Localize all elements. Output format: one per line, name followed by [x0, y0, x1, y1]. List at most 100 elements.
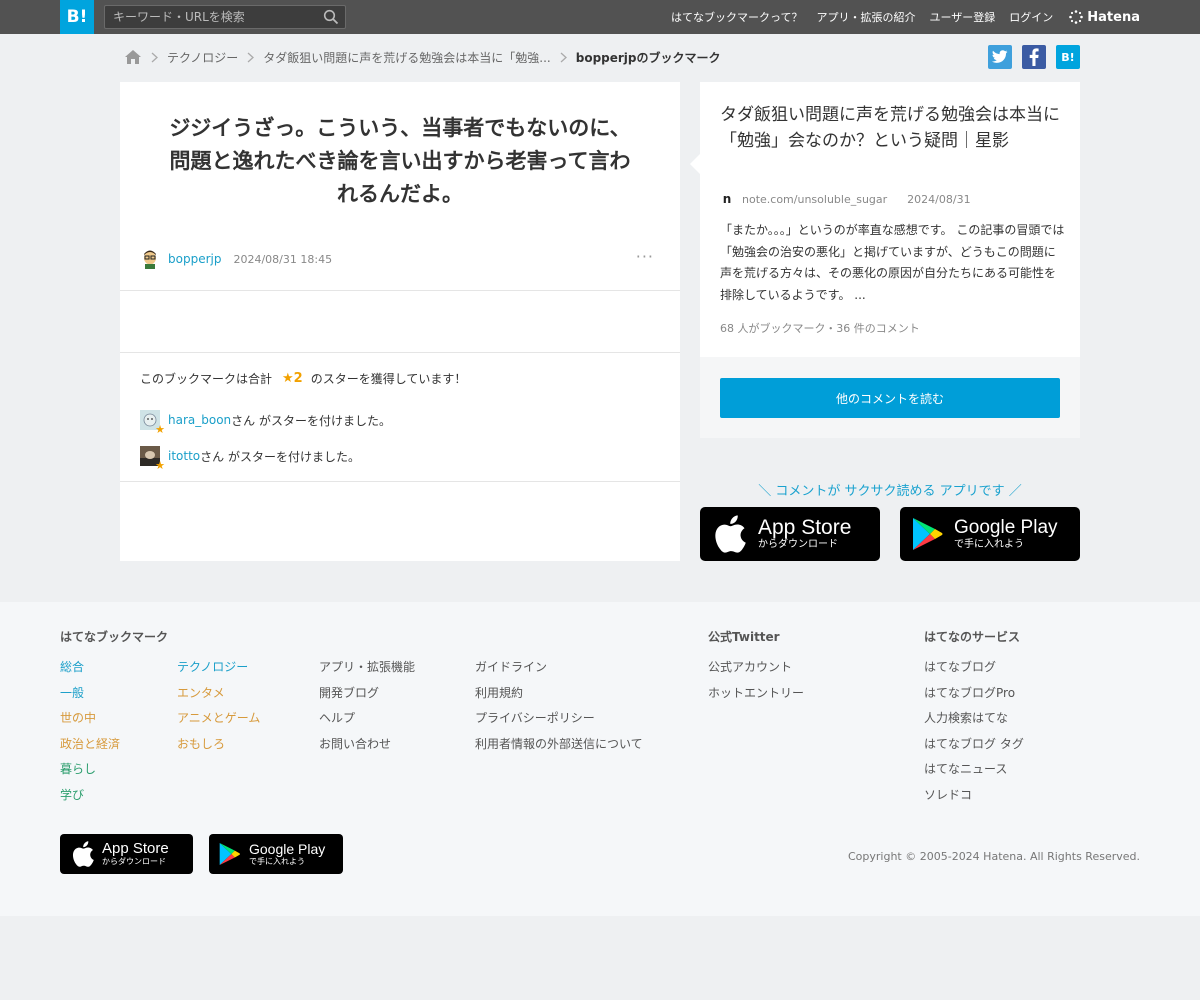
footer-link-dev-blog[interactable]: 開発ブログ — [319, 684, 415, 701]
footer-link-hatena-blog-pro[interactable]: はてなブログPro — [924, 684, 1024, 701]
app-store-label: App Store — [102, 840, 169, 857]
hatena-brand-link[interactable]: Hatena — [1069, 10, 1140, 25]
footer-link-entertainment[interactable]: エンタメ — [177, 684, 260, 701]
footer-link-world[interactable]: 世の中 — [60, 709, 120, 726]
twitter-icon — [992, 50, 1008, 63]
footer-app-store-badge[interactable]: App Store からダウンロード — [60, 834, 193, 874]
copyright: Copyright © 2005-2024 Hatena. All Rights… — [847, 850, 1140, 863]
footer-link-fun[interactable]: おもしろ — [177, 735, 260, 752]
google-play-label: Google Play — [954, 517, 1058, 538]
more-menu-icon[interactable]: ··· — [636, 247, 654, 267]
search-input[interactable] — [113, 9, 313, 25]
hatena-bookmark-share-button[interactable]: B! — [1056, 45, 1080, 69]
speech-pointer — [690, 154, 700, 174]
star-user-text: さん がスターを付けました。 — [200, 449, 360, 464]
footer-link-contact[interactable]: お問い合わせ — [319, 735, 415, 752]
search-icon[interactable] — [323, 9, 339, 25]
divider — [120, 481, 680, 482]
entry-date: 2024/08/31 — [907, 192, 971, 206]
breadcrumb-category[interactable]: テクノロジー — [167, 49, 238, 66]
avatar[interactable]: ★ — [140, 410, 165, 436]
footer-link-terms[interactable]: 利用規約 — [475, 684, 643, 701]
hatena-bookmark-logo[interactable]: B! — [60, 0, 94, 34]
read-other-comments-button[interactable]: 他のコメントを読む — [720, 378, 1060, 418]
bookmark-date: 2024/08/31 18:45 — [233, 252, 333, 266]
app-store-sublabel: からダウンロード — [758, 539, 838, 550]
footer-link-external-transmission[interactable]: 利用者情報の外部送信について — [475, 735, 643, 752]
star-user-row: ★ itotto さん がスターを付けました。 — [140, 446, 360, 472]
bookmark-user-link[interactable]: bopperjp — [168, 252, 221, 266]
comment-line: ジジイうざっ。こういう、当事者でもないのに、 — [169, 116, 631, 140]
footer-link-politics[interactable]: 政治と経済 — [60, 735, 120, 752]
google-play-sublabel: で手に入れよう — [954, 539, 1024, 550]
comment-line: れるんだよ。 — [337, 182, 463, 206]
twitter-share-button[interactable] — [988, 45, 1012, 69]
footer-link-life[interactable]: 暮らし — [60, 760, 120, 777]
entry-meta: n note.com/unsoluble_sugar 2024/08/31 — [720, 192, 971, 206]
breadcrumb: テクノロジー タダ飯狙い問題に声を荒げる勉強会は本当に「勉強... bopper… — [124, 46, 721, 68]
footer-link-anime-game[interactable]: アニメとゲーム — [177, 709, 260, 726]
facebook-icon — [1029, 48, 1039, 66]
bookmark-author-row: bopperjp 2024/08/31 18:45 ··· — [140, 247, 660, 271]
footer-categories-col2: テクノロジー エンタメ アニメとゲーム おもしろ — [177, 658, 260, 752]
footer-heading-services: はてなのサービス — [924, 630, 1021, 644]
footer-link-official-account[interactable]: 公式アカウント — [708, 658, 804, 675]
nav-about[interactable]: はてなブックマークって？ — [671, 9, 802, 25]
apple-icon — [715, 515, 746, 553]
nav-login[interactable]: ログイン — [1009, 9, 1053, 25]
star-user-link[interactable]: itotto — [168, 449, 200, 463]
star-user-link[interactable]: hara_boon — [168, 413, 231, 427]
chevron-right-icon — [151, 52, 158, 63]
footer-link-apps[interactable]: アプリ・拡張機能 — [319, 658, 415, 675]
search-box — [104, 5, 346, 29]
header-nav: はてなブックマークって？ アプリ・拡張の紹介 ユーザー登録 ログイン Haten… — [671, 0, 1140, 34]
entry-card: タダ飯狙い問題に声を荒げる勉強会は本当に「勉強」会なのか？という疑問｜星影 n … — [690, 82, 1080, 438]
hatena-dots-icon — [1069, 10, 1084, 24]
footer-link-hatena-news[interactable]: はてなニュース — [924, 760, 1024, 777]
google-play-icon — [219, 843, 240, 865]
footer-link-privacy[interactable]: プライバシーポリシー — [475, 709, 643, 726]
avatar[interactable] — [140, 249, 160, 269]
home-icon[interactable] — [124, 49, 142, 65]
note-favicon-icon: n — [722, 192, 732, 206]
entry-title-link[interactable]: タダ飯狙い問題に声を荒げる勉強会は本当に「勉強」会なのか？という疑問｜星影 — [720, 102, 1065, 154]
nav-register[interactable]: ユーザー登録 — [930, 9, 996, 25]
footer-link-hatena-blog[interactable]: はてなブログ — [924, 658, 1024, 675]
footer-link-help[interactable]: ヘルプ — [319, 709, 415, 726]
nav-apps[interactable]: アプリ・拡張の紹介 — [817, 9, 916, 25]
footer-links-col3: アプリ・拡張機能 開発ブログ ヘルプ お問い合わせ — [319, 658, 415, 752]
bookmark-comment: ジジイうざっ。こういう、当事者でもないのに、 問題と逸れたべき論を言い出すから老… — [150, 112, 650, 211]
entry-bookmark-count[interactable]: 68 人がブックマーク・36 件のコメント — [720, 320, 920, 336]
chevron-right-icon — [247, 52, 255, 63]
footer-link-soredoko[interactable]: ソレドコ — [924, 786, 1024, 803]
stars-summary: このブックマークは合計 ★2 のスターを獲得しています！ — [140, 370, 466, 387]
breadcrumb-entry[interactable]: タダ飯狙い問題に声を荒げる勉強会は本当に「勉強... — [263, 49, 550, 66]
comment-line: 問題と逸れたべき論を言い出すから老害って言わ — [169, 149, 631, 173]
footer-link-hot-entry[interactable]: ホットエントリー — [708, 684, 804, 701]
star-icon: ★ — [155, 459, 165, 472]
facebook-share-button[interactable] — [1022, 45, 1046, 69]
footer-link-general[interactable]: 総合 — [60, 658, 120, 675]
footer-link-learn[interactable]: 学び — [60, 786, 120, 803]
footer-categories-col1: 総合 一般 世の中 政治と経済 暮らし 学び — [60, 658, 120, 803]
divider — [120, 352, 680, 353]
entry-card-footer: 他のコメントを読む — [700, 357, 1080, 438]
avatar[interactable]: ★ — [140, 446, 165, 472]
footer-link-guidelines[interactable]: ガイドライン — [475, 658, 643, 675]
footer-link-blog-tag[interactable]: はてなブログ タグ — [924, 735, 1024, 752]
footer-google-play-badge[interactable]: Google Play で手に入れよう — [209, 834, 343, 874]
stars-summary-suffix: のスターを獲得しています！ — [310, 372, 467, 386]
footer-link-ippan[interactable]: 一般 — [60, 684, 120, 701]
footer-link-jinriki[interactable]: 人力検索はてな — [924, 709, 1024, 726]
footer: はてなブックマーク 総合 一般 世の中 政治と経済 暮らし 学び テクノロジー … — [0, 602, 1200, 916]
app-store-sublabel: からダウンロード — [102, 857, 166, 866]
divider — [120, 290, 680, 291]
google-play-badge[interactable]: Google Play で手に入れよう — [900, 507, 1080, 561]
google-play-label: Google Play — [249, 841, 326, 857]
footer-heading-bookmark: はてなブックマーク — [60, 630, 169, 644]
app-store-badge[interactable]: App Store からダウンロード — [700, 507, 880, 561]
footer-link-tech[interactable]: テクノロジー — [177, 658, 260, 675]
star-icon: ★ — [155, 423, 165, 436]
footer-services-links: はてなブログ はてなブログPro 人力検索はてな はてなブログ タグ はてなニュ… — [924, 658, 1024, 803]
entry-domain-link[interactable]: note.com/unsoluble_sugar — [742, 193, 887, 206]
